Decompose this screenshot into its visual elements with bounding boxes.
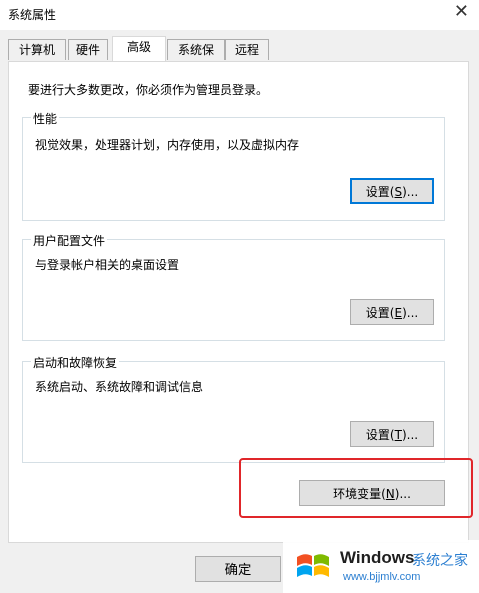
performance-settings-button[interactable]: 设置(S)... [350,178,434,204]
startup-recovery-button-post: )... [401,428,419,442]
user-profiles-button-post: )... [402,306,419,320]
performance-group: 性能 视觉效果，处理器计划，内存使用，以及虚拟内存 [22,110,445,221]
ok-button[interactable]: 确定 [195,556,281,582]
tab-system-protection[interactable]: 系统保护 [167,39,225,78]
performance-desc: 视觉效果，处理器计划，内存使用，以及虚拟内存 [35,138,300,152]
performance-button-pre: 设置( [365,185,395,199]
watermark-url: www.bjjmlv.com [343,571,421,583]
user-profiles-desc: 与登录帐户相关的桌面设置 [35,258,180,272]
startup-recovery-desc: 系统启动、系统故障和调试信息 [35,380,204,394]
tab-hardware[interactable]: 硬件 [68,39,108,60]
startup-recovery-button-pre: 设置( [365,428,395,442]
windows-logo-icon [297,554,329,577]
user-profiles-title: 用户配置文件 [31,232,108,249]
admin-note: 要进行大多数更改，你必须作为管理员登录。 [28,83,269,97]
highlight-box [239,458,473,518]
watermark: Windows 系统之家 www.bjjmlv.com [283,540,479,593]
startup-recovery-title: 启动和故障恢复 [31,354,120,371]
user-profiles-button-pre: 设置( [365,306,395,320]
close-icon[interactable]: ✕ [454,1,469,22]
user-profiles-settings-button[interactable]: 设置(E)... [350,299,434,325]
startup-recovery-settings-button[interactable]: 设置(T)... [350,421,434,447]
performance-button-post: )... [402,185,419,199]
user-profiles-group: 用户配置文件 与登录帐户相关的桌面设置 [22,232,445,341]
tab-computer-name[interactable]: 计算机名 [8,39,66,78]
watermark-site-name: 系统之家 [412,553,468,569]
performance-button-key: S [394,185,403,199]
watermark-brand: Windows [340,548,415,567]
title-bar: 系统属性 ✕ [0,0,479,30]
startup-recovery-button-key: T [394,428,402,442]
tab-remote[interactable]: 远程 [225,39,269,60]
performance-title: 性能 [31,110,60,127]
user-profiles-button-key: E [394,306,403,320]
window-title: 系统属性 [8,8,57,22]
startup-recovery-group: 启动和故障恢复 系统启动、系统故障和调试信息 [22,354,445,463]
tab-advanced[interactable]: 高级 [112,36,166,61]
